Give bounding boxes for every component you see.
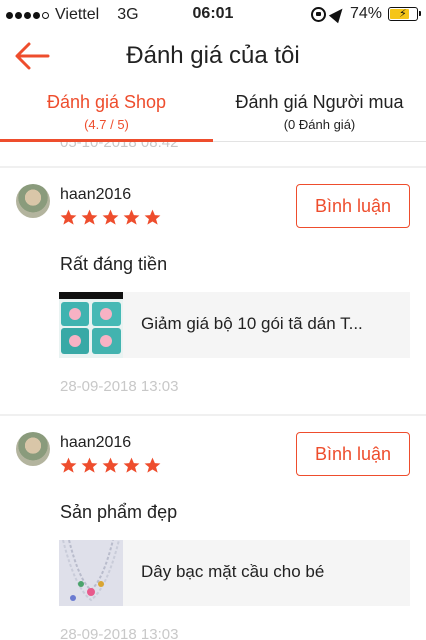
star-icon [60,457,77,473]
product-name: Giảm giá bộ 10 gói tã dán T... [141,314,363,333]
review-date: 28-09-2018 13:03 [60,378,179,395]
review-username: haan2016 [60,434,132,451]
product-name: Dây bạc mặt cầu cho bé [141,562,325,581]
avatar [16,184,50,218]
tab-sub: (4.7 / 5) [84,117,129,132]
star-icon [60,209,77,225]
avatar [16,432,50,466]
review-card: haan2016 Bình luận Sản phẩm đẹp Dây bạc … [0,416,426,640]
star-icon [81,209,98,225]
tab-label: Đánh giá Người mua [235,92,404,112]
star-icon [102,457,119,473]
tab-label: Đánh giá Shop [46,92,167,112]
review-date: 28-09-2018 13:03 [60,626,179,640]
comment-button[interactable]: Bình luận [296,432,410,476]
status-bar: Viettel 3G 06:01 74% ⚡ [0,0,426,28]
rating-stars [59,208,162,227]
review-date: 05-10-2018 08:42 [60,142,426,151]
product-link[interactable]: Giảm giá bộ 10 gói tã dán T... [59,292,410,358]
star-icon [123,457,140,473]
tab-sub: (0 Đánh giá) [283,117,356,132]
product-thumbnail [59,540,123,606]
rotation-lock-icon [310,6,326,22]
status-right: 74% ⚡ [310,4,421,24]
rating-stars [59,456,162,475]
star-icon [144,209,161,225]
page-title: Đánh giá của tôi [126,42,300,69]
tab-buyer-reviews[interactable]: Đánh giá Người mua (0 Đánh giá) [213,84,426,141]
tab-shop-reviews[interactable]: Đánh giá Shop (4.7 / 5) [0,84,213,142]
star-icon [102,209,119,225]
battery-icon: ⚡ [388,7,421,21]
comment-button[interactable]: Bình luận [296,184,410,228]
tab-bar: Đánh giá Shop (4.7 / 5) Đánh giá Người m… [0,84,426,142]
location-arrow-icon [328,4,348,24]
nav-bar: Đánh giá của tôi [0,28,426,84]
product-thumbnail [59,292,123,358]
review-list[interactable]: 05-10-2018 08:42 haan2016 Bình luận Rất … [0,142,426,640]
list-item: 05-10-2018 08:42 [0,142,426,166]
battery-percent: 74% [349,5,382,22]
review-text: Sản phẩm đẹp [60,502,178,522]
product-link[interactable]: Dây bạc mặt cầu cho bé [59,540,410,606]
star-icon [81,457,98,473]
review-username: haan2016 [60,186,132,203]
star-icon [123,209,140,225]
review-text: Rất đáng tiền [60,254,168,274]
star-icon [144,457,161,473]
review-card: haan2016 Bình luận Rất đáng tiền Giảm gi… [0,168,426,414]
